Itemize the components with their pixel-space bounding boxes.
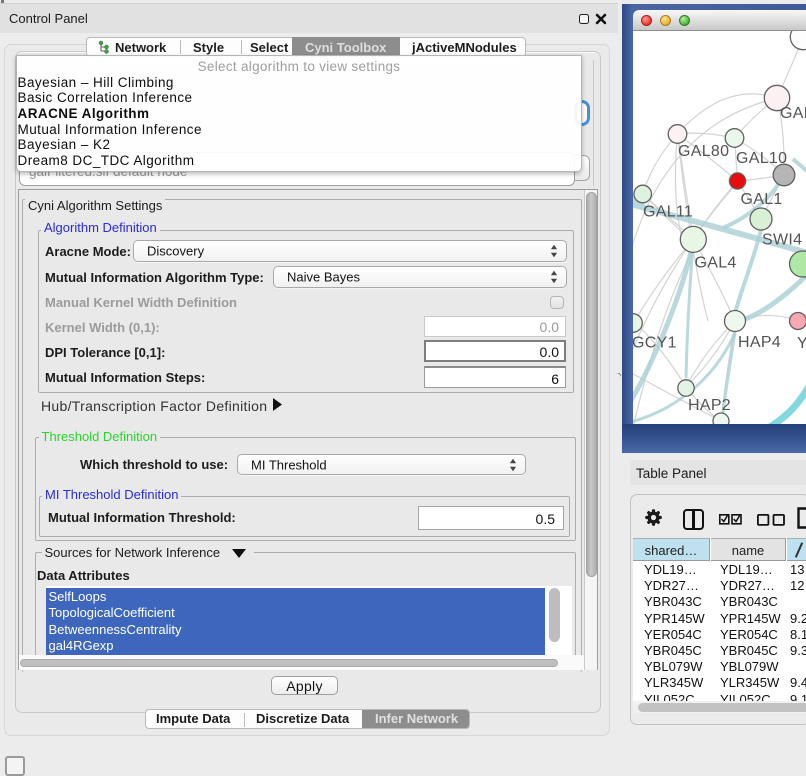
svg-text:HAP2: HAP2 — [688, 397, 731, 414]
svg-text:YER: YER — [797, 335, 806, 352]
svg-text:GAL2: GAL2 — [780, 105, 806, 122]
svg-text:GAL1: GAL1 — [741, 191, 783, 208]
svg-text:GAL11: GAL11 — [643, 204, 693, 221]
svg-text:GAL80: GAL80 — [678, 143, 729, 160]
svg-text:HAP4: HAP4 — [738, 334, 781, 351]
svg-text:SWI4: SWI4 — [762, 232, 802, 249]
svg-text:GAL10: GAL10 — [736, 150, 787, 167]
svg-text:GAL4: GAL4 — [695, 255, 737, 272]
svg-text:GCY1: GCY1 — [633, 335, 677, 352]
